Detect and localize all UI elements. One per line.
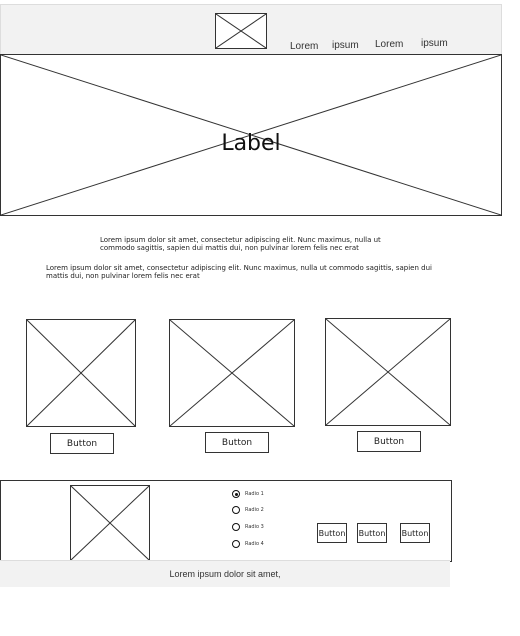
radio-option-2[interactable]: Radio 2 xyxy=(232,506,264,514)
card-1-button[interactable]: Button xyxy=(50,433,114,454)
intro-paragraph: Lorem ipsum dolor sit amet, consectetur … xyxy=(100,236,381,252)
bottom-panel: Radio 1 Radio 2 Radio 3 Radio 4 Button B… xyxy=(0,480,452,562)
card-3-button[interactable]: Button xyxy=(357,431,421,452)
body-paragraph: Lorem ipsum dolor sit amet, consectetur … xyxy=(46,264,432,280)
footer-bar: Lorem ipsum dolor sit amet, xyxy=(0,560,450,587)
card-2-button[interactable]: Button xyxy=(205,432,269,453)
radio-empty-icon xyxy=(232,506,240,514)
panel-button-3[interactable]: Button xyxy=(400,523,430,543)
radio-label: Radio 3 xyxy=(245,524,264,530)
card-3-image-placeholder xyxy=(325,318,451,426)
radio-selected-icon xyxy=(232,490,240,498)
panel-button-2[interactable]: Button xyxy=(357,523,387,543)
radio-label: Radio 4 xyxy=(245,541,264,547)
header-bar: Lorem ipsum Lorem ipsum xyxy=(0,4,502,56)
nav-item-2[interactable]: ipsum xyxy=(332,40,359,51)
radio-label: Radio 1 xyxy=(245,491,264,497)
panel-image-placeholder xyxy=(70,485,150,561)
card-1-image-placeholder xyxy=(26,319,136,427)
radio-empty-icon xyxy=(232,540,240,548)
hero-label: Label xyxy=(221,131,281,156)
panel-button-1[interactable]: Button xyxy=(317,523,347,543)
nav-item-4[interactable]: ipsum xyxy=(421,38,448,49)
card-2-image-placeholder xyxy=(169,319,295,427)
radio-option-1[interactable]: Radio 1 xyxy=(232,490,264,498)
hero-image-placeholder: Label xyxy=(0,54,502,216)
radio-empty-icon xyxy=(232,523,240,531)
footer-text: Lorem ipsum dolor sit amet, xyxy=(169,569,281,579)
nav-item-3[interactable]: Lorem xyxy=(375,39,403,50)
radio-option-4[interactable]: Radio 4 xyxy=(232,540,264,548)
nav-item-1[interactable]: Lorem xyxy=(290,41,318,52)
radio-option-3[interactable]: Radio 3 xyxy=(232,523,264,531)
radio-label: Radio 2 xyxy=(245,507,264,513)
logo-image-placeholder xyxy=(215,13,267,49)
